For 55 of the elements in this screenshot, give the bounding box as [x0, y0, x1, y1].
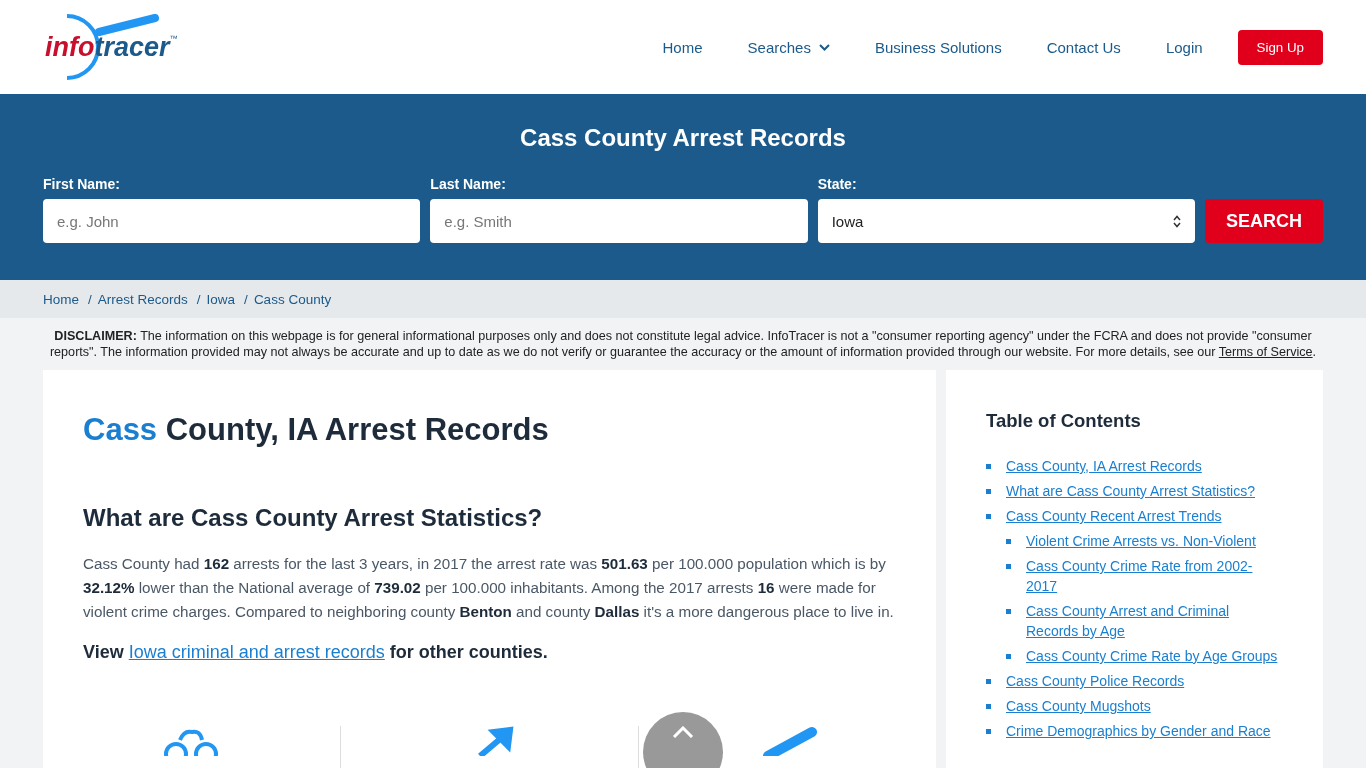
- toc-title: Table of Contents: [986, 410, 1142, 432]
- chevron-down-icon: [818, 43, 830, 51]
- breadcrumb-link[interactable]: Iowa: [206, 291, 236, 307]
- scroll-top-button[interactable]: [643, 712, 723, 768]
- toc-link[interactable]: Crime Demographics by Gender and Race: [1006, 721, 1283, 741]
- view-text: for other counties.: [389, 642, 548, 663]
- breadcrumb-link[interactable]: Arrest Records: [97, 291, 188, 307]
- breadcrumb-link[interactable]: Home: [43, 291, 79, 307]
- search-button[interactable]: SEARCH: [1205, 199, 1323, 243]
- input-field[interactable]: e.g. John: [43, 199, 421, 243]
- updown-icon: [1173, 214, 1181, 228]
- banner-title: Cass County Arrest Records: [519, 124, 847, 152]
- toc-link[interactable]: Cass County Crime Rate by Age Groups: [1026, 646, 1283, 666]
- separator: /: [244, 291, 248, 307]
- chevron-up-icon: [672, 726, 694, 738]
- bullet: [986, 729, 991, 734]
- nav-link[interactable]: Login: [1165, 38, 1203, 56]
- bullet: [986, 679, 991, 684]
- nav-dropdown[interactable]: Searches: [747, 38, 830, 56]
- toc-link[interactable]: Cass County Recent Arrest Trends: [1006, 506, 1283, 526]
- section-title: What are Cass County Arrest Statistics?: [83, 504, 544, 532]
- bullet: [986, 489, 991, 494]
- nav-link[interactable]: Business Solutions: [874, 38, 1002, 56]
- view-text: View: [83, 642, 124, 663]
- page-title: Cass County, IA Arrest Records: [83, 412, 550, 448]
- bullet: [986, 514, 991, 519]
- bullet: [1006, 539, 1011, 544]
- toc-link[interactable]: Violent Crime Arrests vs. Non-Violent: [1026, 531, 1283, 551]
- toc-link[interactable]: Cass County Police Records: [1006, 671, 1283, 691]
- field-label: State:: [817, 176, 858, 192]
- terms-link[interactable]: Terms of Service: [1218, 345, 1313, 359]
- logo-text: info: [45, 31, 95, 63]
- bullet: [1006, 609, 1011, 614]
- input-field[interactable]: e.g. Smith: [430, 199, 808, 243]
- bullet: [1006, 564, 1011, 569]
- sign-up-button[interactable]: Sign Up: [1237, 29, 1323, 65]
- bullet: [986, 704, 991, 709]
- toc-link[interactable]: Cass County, IA Arrest Records: [1006, 456, 1283, 476]
- state-select[interactable]: Iowa: [817, 199, 1195, 243]
- toc-link[interactable]: Cass County Crime Rate from 2002-2017: [1026, 556, 1283, 596]
- toc-link[interactable]: Cass County Arrest and Criminal Records by Age: [1026, 601, 1283, 641]
- separator: /: [196, 291, 201, 307]
- field-label: Last Name:: [430, 176, 507, 192]
- field-label: First Name:: [43, 176, 122, 192]
- toc-link[interactable]: What are Cass County Arrest Statistics?: [1006, 481, 1283, 501]
- bullet: [1006, 654, 1011, 659]
- nav-link[interactable]: Contact Us: [1046, 38, 1121, 56]
- toc-link[interactable]: Cass County Mugshots: [1006, 696, 1283, 716]
- disclaimer-text: DISCLAIMER: The information on this webpage is for general informational purposes only and does not constitute legal advice. InfoTracer is not a "consumer reporting agency" under the FCRA and does not provide "consumer reports". The information provided may not always be accurate and up to date as we do not verify or guarantee the accuracy or the amount of information provided through our website. For more details, see our Terms of Service.: [48, 328, 1318, 360]
- breadcrumb-link[interactable]: Cass County: [253, 291, 332, 307]
- bullet: [986, 464, 991, 469]
- records-link[interactable]: Iowa criminal and arrest records: [128, 642, 385, 663]
- statistics-paragraph: Cass County had 162 arrests for the last 3 years, in 2017 the arrest rate was 501.63 per 100.000 population which is by 32.12% lower than the National average of 739.02 per 100.000 inhabitants. Among the 2017 arrests 16 were made for violent crime charges. Compared to neighboring county Benton and county Dallas it's a more dangerous place to live in.: [83, 554, 895, 622]
- separator: /: [88, 291, 92, 307]
- nav-link[interactable]: Home: [662, 38, 703, 56]
